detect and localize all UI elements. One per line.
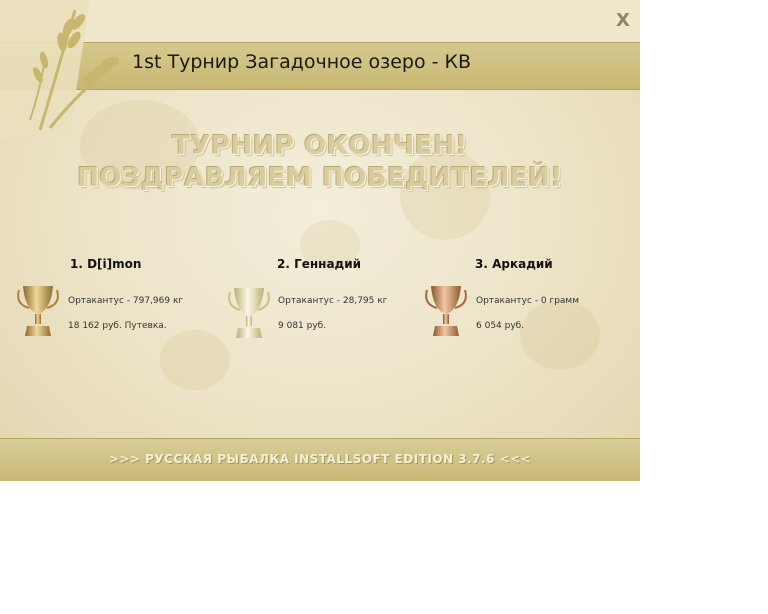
winner-prize: 6 054 руб. [476,321,525,331]
winner-name: 3. Аркадий [475,257,553,271]
background-blot [160,330,230,390]
winner-catch: Ортакантус - 28,795 кг [278,296,388,306]
background-blot [520,300,600,370]
window-title: 1st Турнир Загадочное озеро - КВ [132,51,472,73]
tournament-banner: ТУРНИР ОКОНЧЕН! ПОЗДРАВЛЯЕМ ПОБЕДИТЕЛЕЙ! [0,130,640,194]
gold-trophy-icon [17,286,59,336]
winner-prize: 18 162 руб. Путевка. [68,321,167,331]
silver-trophy-icon [228,288,270,338]
wheat-logo [0,0,128,140]
banner-line-finished: ТУРНИР ОКОНЧЕН! [172,131,468,161]
close-button[interactable]: X [612,10,634,32]
winner-prize: 9 081 руб. [278,321,327,331]
footer-version: >>> РУССКАЯ РЫБАЛКА INSTALLSOFT EDITION … [108,452,532,466]
winner-catch: Ортакантус - 0 грамм [476,296,579,306]
winner-name: 2. Геннадий [277,257,362,271]
winner-name: 1. D[i]mon [70,257,142,271]
winner-catch: Ортакантус - 797,969 кг [68,296,184,306]
bronze-trophy-icon [425,286,467,336]
banner-line-congrats: ПОЗДРАВЛЯЕМ ПОБЕДИТЕЛЕЙ! [77,163,563,193]
